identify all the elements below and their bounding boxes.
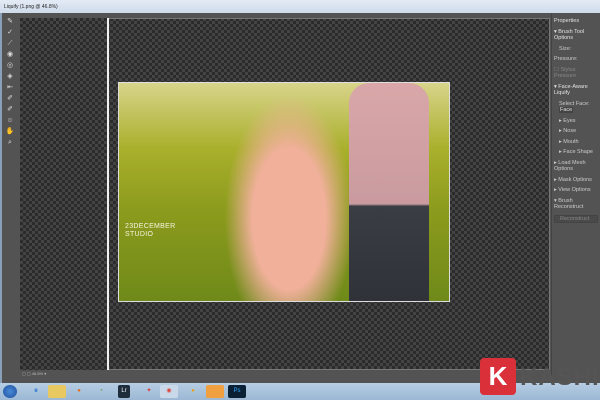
select-face-label: Select Face: (559, 100, 590, 107)
section-label: Face Shape (563, 149, 593, 155)
kashi-logo: K (480, 358, 516, 395)
view-options-section[interactable]: ▸ View Options (554, 187, 598, 194)
face-aware-section[interactable]: ▾ Face-Aware Liquify (554, 84, 598, 97)
watermark-line2: STUDIO (125, 231, 154, 238)
bloat-tool-icon[interactable]: ◈ (3, 72, 17, 82)
watermark-line1: 23DECEMBER (125, 223, 176, 230)
mask-options-section[interactable]: ▸ Mask Options (554, 177, 598, 184)
logo-text: KASHI (520, 364, 600, 391)
eyes-section[interactable]: ▸ Eyes (554, 118, 598, 125)
woman-figure (224, 93, 354, 301)
chrome-icon[interactable]: ◉ (160, 385, 178, 398)
zoom-value: 46.8% (31, 371, 44, 376)
twirl-tool-icon[interactable]: ◉ (3, 50, 17, 60)
internet-explorer-icon[interactable]: e (27, 385, 45, 398)
push-left-tool-icon[interactable]: ⇤ (3, 83, 17, 93)
mouth-section[interactable]: ▸ Mouth (554, 139, 598, 146)
pucker-tool-icon[interactable]: ◎ (3, 61, 17, 71)
load-mesh-section[interactable]: ▸ Load Mesh Options (554, 160, 598, 173)
zoom-tool-icon[interactable]: ⌕ (3, 138, 17, 148)
logo-letter: K (488, 361, 508, 391)
photo-image[interactable]: 23DECEMBER STUDIO (118, 82, 450, 302)
tools-panel: ✎ ✓ ⟋ ◉ ◎ ◈ ⇤ ✐ ✐ ☺ ✋ ⌕ (3, 16, 19, 149)
smooth-tool-icon[interactable]: ⟋ (3, 39, 17, 49)
face-tool-icon[interactable]: ☺ (3, 116, 17, 126)
section-label: Mouth (563, 138, 579, 145)
section-label: Mask Options (558, 176, 592, 183)
app-icon[interactable]: ◔ (92, 385, 110, 398)
browser-icon[interactable]: ● (184, 385, 202, 398)
brush-reconstruct-section[interactable]: ▾ Brush Reconstruct (554, 198, 598, 211)
reconstruct-tool-icon[interactable]: ✓ (3, 28, 17, 38)
photoshop-icon[interactable]: Ps (228, 385, 246, 398)
hand-tool-icon[interactable]: ✋ (3, 127, 17, 137)
section-label: Load Mesh Options (554, 159, 586, 173)
window-title: Liquify (1.png @ 46.8%) (4, 4, 58, 10)
man-figure (349, 83, 429, 301)
brush-tool-options-section[interactable]: ▾ Brush Tool Options (554, 29, 598, 42)
file-explorer-icon[interactable] (48, 385, 66, 398)
lightroom-icon[interactable]: Lr (118, 385, 130, 398)
size-label: Size: (559, 45, 572, 52)
title-bar: Liquify (1.png @ 46.8%) (0, 0, 600, 13)
nose-section[interactable]: ▸ Nose (554, 128, 598, 135)
properties-title: Properties (554, 18, 580, 24)
app-icon-2[interactable]: ✦ (140, 385, 158, 398)
section-label: Eyes (563, 117, 576, 124)
properties-panel: Properties ▾ Brush Tool Options Size: Pr… (551, 13, 600, 383)
thaw-mask-tool-icon[interactable]: ✐ (3, 105, 17, 115)
section-label: View Options (558, 187, 591, 193)
section-label: Face-Aware Liquify (554, 83, 588, 97)
stylus-pressure-label: Stylus Pressure (554, 66, 577, 80)
freeze-mask-tool-icon[interactable]: ✐ (3, 94, 17, 104)
reconstruct-button[interactable]: Reconstruct (554, 214, 598, 223)
media-player-icon[interactable]: ● (70, 385, 88, 398)
section-label: Nose (563, 128, 577, 134)
zalo-icon[interactable] (206, 385, 224, 398)
zoom-level[interactable]: ▢ ▢ 46.8% ▾ (22, 371, 46, 376)
select-face-dropdown[interactable]: Face (559, 107, 574, 113)
section-label: Brush Reconstruct (554, 197, 584, 211)
reconstruct-label: Reconstruct (560, 215, 590, 222)
face-shape-section[interactable]: ▸ Face Shape (554, 149, 598, 156)
stylus-pressure-checkbox[interactable]: ☐ Stylus Pressure (554, 67, 598, 80)
start-button-icon[interactable] (3, 385, 17, 398)
section-label: Brush Tool Options (554, 28, 585, 42)
watermark: 23DECEMBER STUDIO (125, 223, 175, 239)
pressure-label: Pressure: (554, 56, 578, 62)
forward-warp-tool-icon[interactable]: ✎ (3, 17, 17, 27)
